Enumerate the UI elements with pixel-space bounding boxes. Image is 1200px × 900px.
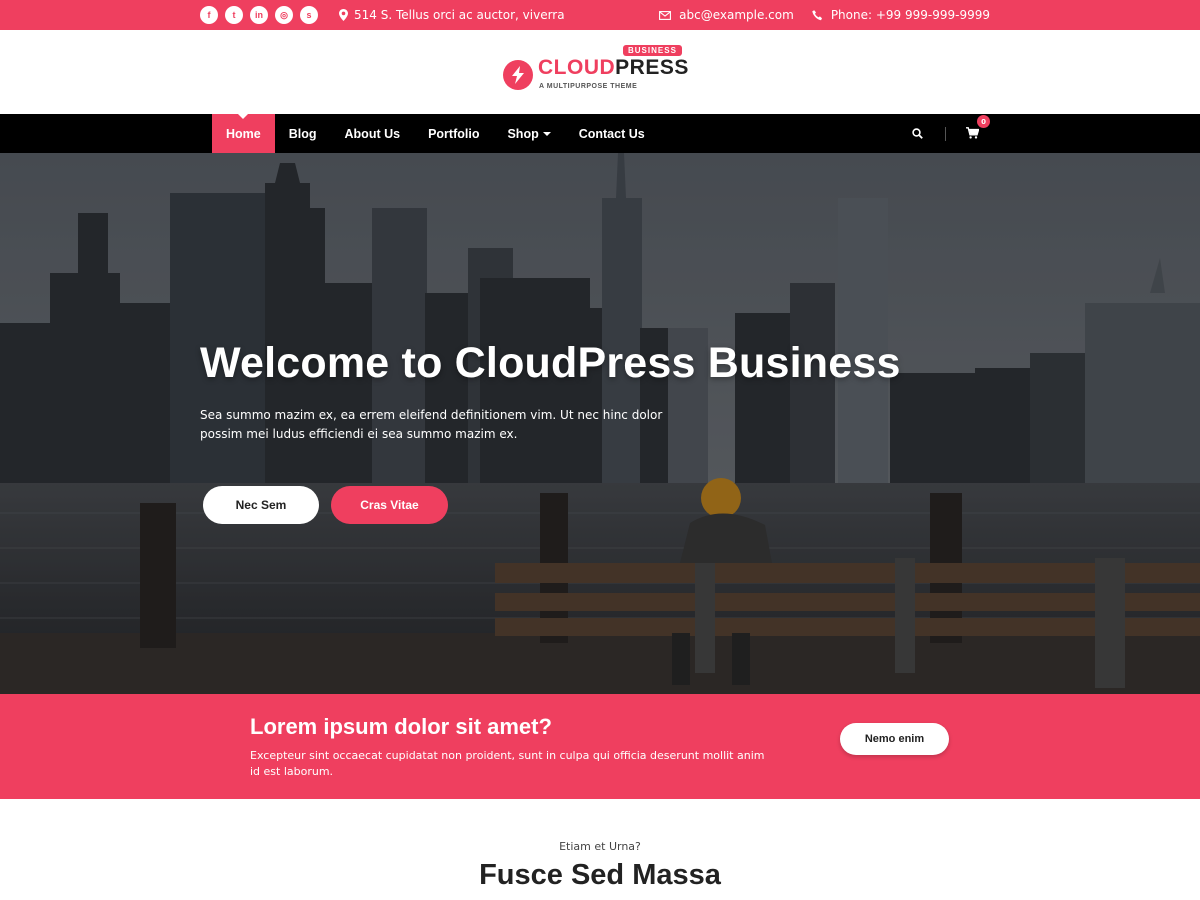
nav-item-shop-label: Shop xyxy=(507,126,539,141)
nav-item-portfolio[interactable]: Portfolio xyxy=(414,114,493,153)
main-nav: Home Blog About Us Portfolio Shop Contac… xyxy=(0,113,1200,153)
top-bar: f t in ◎ s 514 S. Tellus orci ac auctor,… xyxy=(0,0,1200,30)
skype-icon[interactable]: s xyxy=(300,6,318,24)
address: 514 S. Tellus orci ac auctor, viverra xyxy=(339,8,565,22)
nav-item-home[interactable]: Home xyxy=(212,113,275,153)
logo-name-part1: CLOUD xyxy=(538,56,616,79)
phone-info: Phone: +99 999-999-9999 xyxy=(812,8,990,22)
hero-button-cras-vitae[interactable]: Cras Vitae xyxy=(331,486,448,524)
facebook-icon[interactable]: f xyxy=(200,6,218,24)
section-title: Fusce Sed Massa xyxy=(479,859,721,891)
hero-text: Sea summo mazim ex, ea errem eleifend de… xyxy=(200,408,663,441)
cart-button[interactable]: 0 xyxy=(966,115,990,143)
hero-button-nec-sem[interactable]: Nec Sem xyxy=(203,486,319,524)
cart-icon xyxy=(966,127,980,139)
caret-down-icon xyxy=(542,131,551,136)
nav-item-shop[interactable]: Shop xyxy=(493,114,564,153)
callout-button[interactable]: Nemo enim xyxy=(840,723,949,755)
email-link[interactable]: abc@example.com xyxy=(679,8,794,22)
hero-title: Welcome to CloudPress Business xyxy=(200,339,901,387)
hero-slider: Welcome to CloudPress Business Sea summo… xyxy=(0,153,1200,694)
site-header: BUSINESS CLOUDPRESS A MULTIPURPOSE THEME xyxy=(0,30,1200,114)
search-icon[interactable] xyxy=(912,128,923,139)
nav-item-contact-us[interactable]: Contact Us xyxy=(565,114,659,153)
callout-text: Excepteur sint occaecat cupidatat non pr… xyxy=(250,749,765,778)
callout-title: Lorem ipsum dolor sit amet? xyxy=(250,714,552,739)
lightning-icon xyxy=(503,60,533,90)
twitter-icon[interactable]: t xyxy=(225,6,243,24)
logo-name-part2: PRESS xyxy=(615,56,689,79)
nav-divider xyxy=(945,126,946,141)
address-text: 514 S. Tellus orci ac auctor, viverra xyxy=(354,8,565,22)
map-marker-icon xyxy=(339,9,348,21)
logo-tagline: A MULTIPURPOSE THEME xyxy=(539,83,638,90)
nav-item-blog[interactable]: Blog xyxy=(275,114,331,153)
page: f t in ◎ s 514 S. Tellus orci ac auctor,… xyxy=(0,0,1200,900)
section-subtitle: Etiam et Urna? xyxy=(559,840,641,853)
email-info: abc@example.com xyxy=(659,8,794,22)
instagram-icon[interactable]: ◎ xyxy=(275,6,293,24)
services-section: Etiam et Urna? Fusce Sed Massa xyxy=(0,799,1200,900)
linkedin-icon[interactable]: in xyxy=(250,6,268,24)
phone-icon xyxy=(812,9,822,20)
envelope-icon xyxy=(659,10,672,20)
cart-count-badge: 0 xyxy=(977,115,990,128)
logo-name: CLOUDPRESS xyxy=(538,56,689,80)
social-links: f t in ◎ s 514 S. Tellus orci ac auctor,… xyxy=(200,6,565,24)
callout-section: Lorem ipsum dolor sit amet? Excepteur si… xyxy=(0,694,1200,799)
logo-badge: BUSINESS xyxy=(623,45,682,56)
nav-item-about-us[interactable]: About Us xyxy=(331,114,415,153)
site-logo[interactable]: BUSINESS CLOUDPRESS A MULTIPURPOSE THEME xyxy=(503,44,693,102)
phone-text: Phone: +99 999-999-9999 xyxy=(830,8,990,22)
